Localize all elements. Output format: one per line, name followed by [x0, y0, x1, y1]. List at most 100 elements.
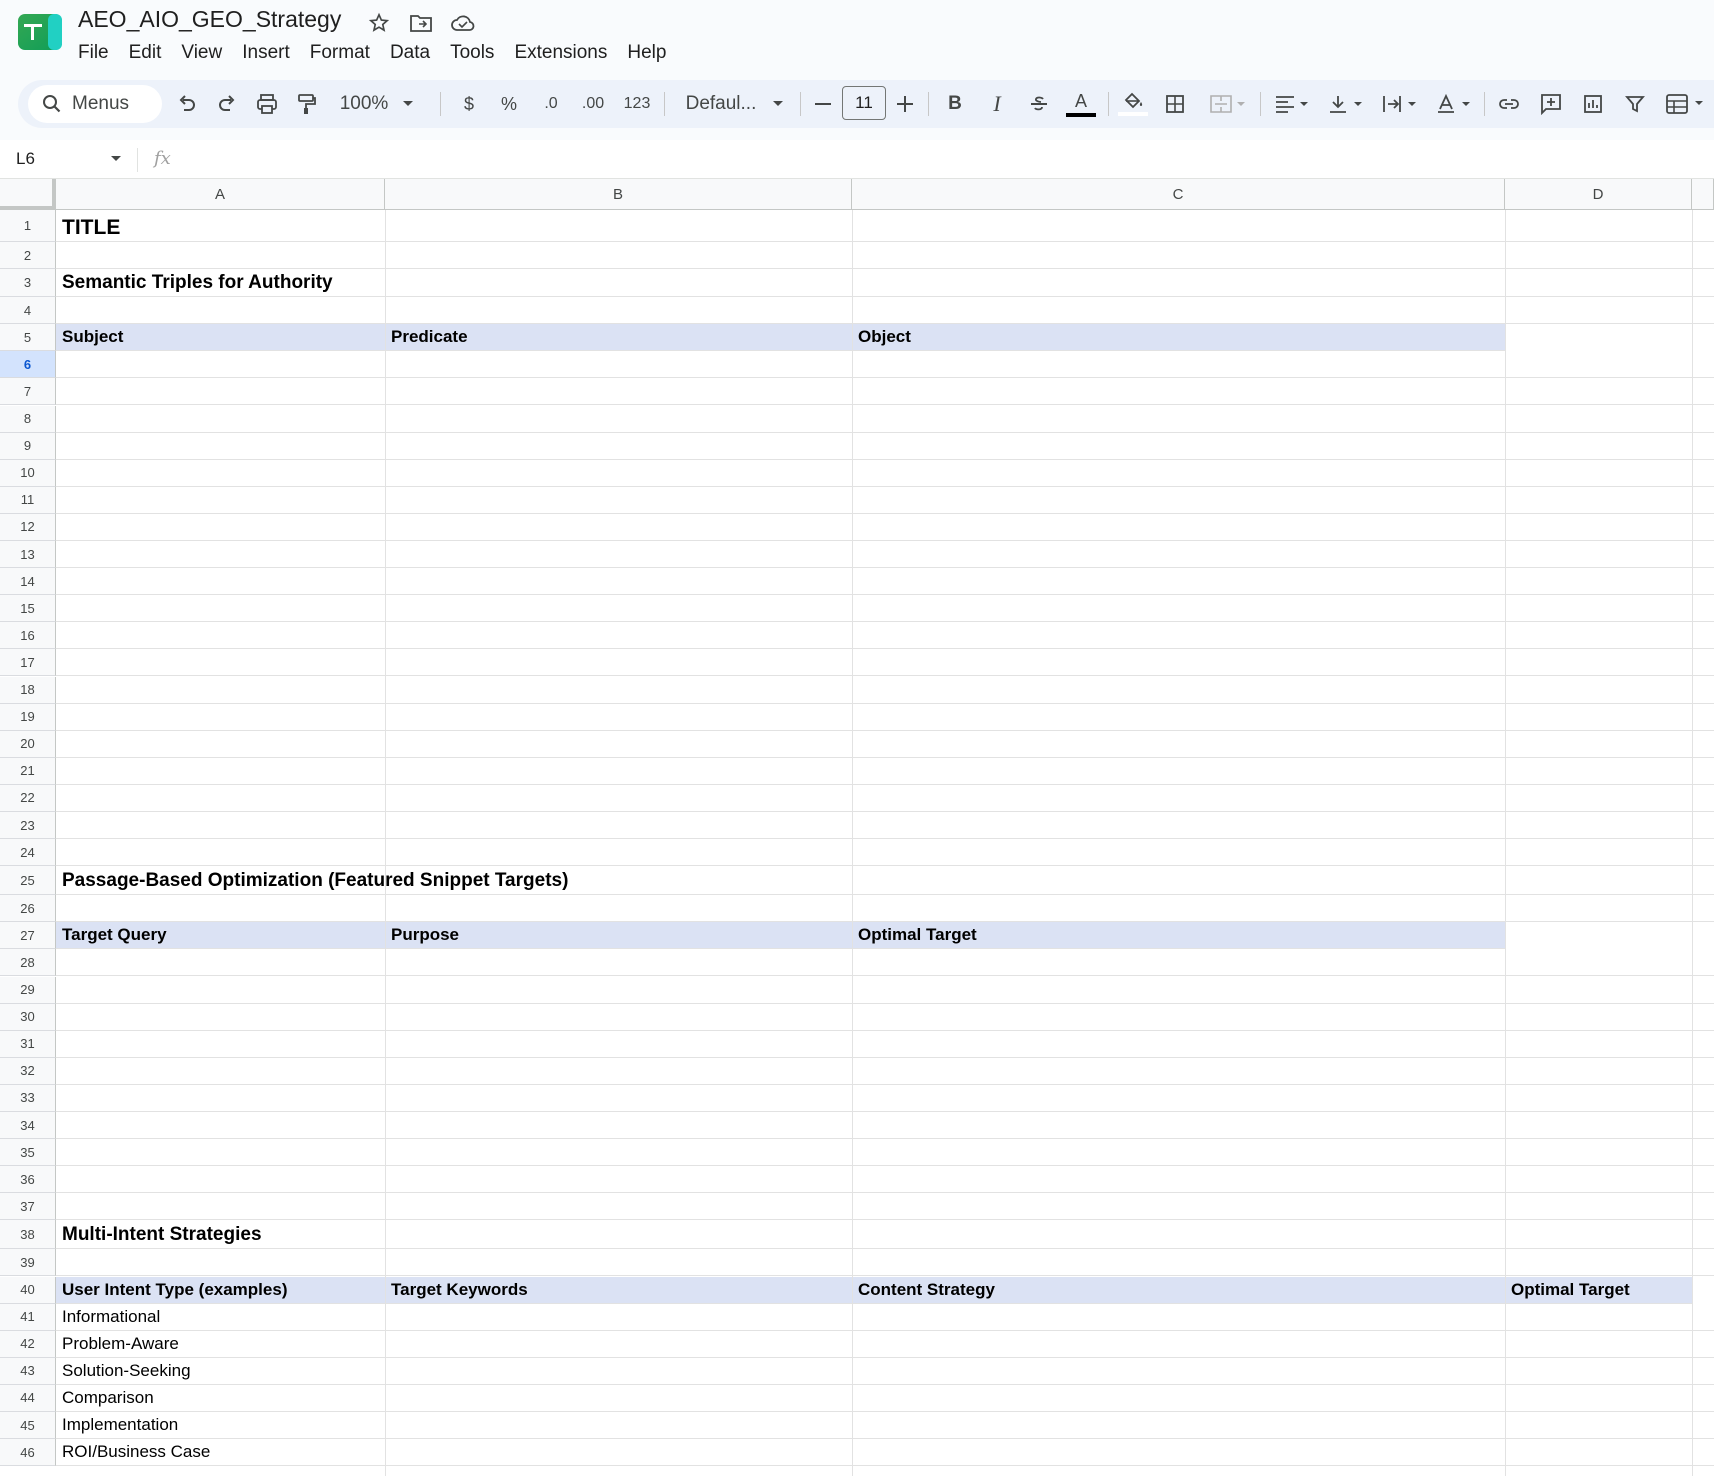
- row-header-38[interactable]: 38: [0, 1220, 56, 1250]
- row-header-42[interactable]: 42: [0, 1330, 56, 1358]
- column-header-c[interactable]: C: [852, 179, 1505, 210]
- bold-button[interactable]: B: [938, 80, 972, 128]
- cloud-status-icon[interactable]: [448, 8, 478, 38]
- number-format-button[interactable]: 123: [618, 80, 656, 128]
- borders-icon[interactable]: [1158, 80, 1192, 128]
- row-header-22[interactable]: 22: [0, 784, 56, 812]
- row-header-9[interactable]: 9: [0, 432, 56, 460]
- font-select[interactable]: Defaul...: [674, 80, 768, 128]
- cell-a25[interactable]: Passage-Based Optimization (Featured Sni…: [62, 868, 568, 893]
- merge-cells-icon[interactable]: [1204, 80, 1252, 128]
- row-header-29[interactable]: 29: [0, 976, 56, 1004]
- zoom-select[interactable]: 100%: [334, 80, 394, 128]
- menu-file[interactable]: File: [68, 38, 119, 68]
- row-header-2[interactable]: 2: [0, 242, 56, 270]
- insert-link-icon[interactable]: [1492, 80, 1526, 128]
- text-wrapping-icon[interactable]: [1378, 80, 1422, 128]
- row-header-1[interactable]: 1: [0, 210, 56, 242]
- row-header-24[interactable]: 24: [0, 839, 56, 867]
- fill-color-icon[interactable]: [1116, 80, 1150, 128]
- cell-a5[interactable]: Subject: [62, 324, 123, 349]
- menu-insert[interactable]: Insert: [232, 38, 300, 68]
- paint-format-icon[interactable]: [290, 80, 324, 128]
- row-header-30[interactable]: 30: [0, 1003, 56, 1031]
- row-header-27[interactable]: 27: [0, 922, 56, 950]
- menu-tools[interactable]: Tools: [440, 38, 504, 68]
- currency-format-button[interactable]: $: [454, 80, 484, 128]
- row-header-14[interactable]: 14: [0, 568, 56, 596]
- vertical-align-icon[interactable]: [1324, 80, 1368, 128]
- row-header-26[interactable]: 26: [0, 895, 56, 923]
- decrease-font-size-icon[interactable]: [808, 80, 838, 128]
- menu-help[interactable]: Help: [617, 38, 676, 68]
- name-box-dropdown-icon[interactable]: [110, 155, 122, 163]
- row-header-46[interactable]: 46: [0, 1439, 56, 1467]
- row-header-45[interactable]: 45: [0, 1412, 56, 1440]
- cell-c5[interactable]: Object: [858, 324, 911, 349]
- row-header-21[interactable]: 21: [0, 757, 56, 785]
- row-header-13[interactable]: 13: [0, 541, 56, 569]
- cell-a43[interactable]: Solution-Seeking: [62, 1358, 191, 1383]
- row-header-36[interactable]: 36: [0, 1166, 56, 1194]
- column-header-d[interactable]: D: [1505, 179, 1692, 210]
- row-header-28[interactable]: 28: [0, 949, 56, 977]
- decrease-decimal-button[interactable]: .0: [534, 80, 568, 128]
- cell-c40[interactable]: Content Strategy: [858, 1277, 995, 1302]
- row-header-37[interactable]: 37: [0, 1193, 56, 1221]
- table-view-icon[interactable]: [1660, 80, 1712, 128]
- row-header-15[interactable]: 15: [0, 595, 56, 623]
- cell-b5[interactable]: Predicate: [391, 324, 468, 349]
- row-header-3[interactable]: 3: [0, 269, 56, 298]
- print-icon[interactable]: [250, 80, 284, 128]
- menu-view[interactable]: View: [171, 38, 232, 68]
- horizontal-align-icon[interactable]: [1270, 80, 1314, 128]
- sheets-logo-icon[interactable]: [18, 14, 62, 50]
- text-rotation-icon[interactable]: [1432, 80, 1476, 128]
- row-header-33[interactable]: 33: [0, 1084, 56, 1112]
- zoom-dropdown-icon[interactable]: [398, 80, 418, 128]
- cell-a42[interactable]: Problem-Aware: [62, 1331, 179, 1356]
- menu-format[interactable]: Format: [300, 38, 380, 68]
- document-title[interactable]: AEO_AIO_GEO_Strategy: [78, 6, 341, 33]
- row-header-4[interactable]: 4: [0, 297, 56, 325]
- increase-font-size-icon[interactable]: [890, 80, 920, 128]
- text-color-button[interactable]: A: [1064, 80, 1098, 128]
- cell-a38[interactable]: Multi-Intent Strategies: [62, 1222, 262, 1247]
- row-header-43[interactable]: 43: [0, 1357, 56, 1385]
- font-size-input[interactable]: 11: [842, 86, 886, 120]
- cell-c27[interactable]: Optimal Target: [858, 922, 977, 947]
- spreadsheet-grid[interactable]: A B C D 1 TITLE 2 3 Semantic Triples for Authori…: [0, 179, 1714, 1476]
- row-header-12[interactable]: 12: [0, 513, 56, 541]
- menu-edit[interactable]: Edit: [119, 38, 172, 68]
- row-header-31[interactable]: 31: [0, 1030, 56, 1058]
- row-header-35[interactable]: 35: [0, 1139, 56, 1167]
- italic-button[interactable]: I: [980, 80, 1014, 128]
- row-header-8[interactable]: 8: [0, 405, 56, 433]
- strikethrough-icon[interactable]: [1022, 80, 1056, 128]
- row-header-39[interactable]: 39: [0, 1249, 56, 1277]
- cell-a1[interactable]: TITLE: [62, 215, 120, 240]
- cell-a45[interactable]: Implementation: [62, 1412, 178, 1437]
- column-header-a[interactable]: A: [56, 179, 385, 210]
- increase-decimal-button[interactable]: .00: [576, 80, 610, 128]
- cell-a46[interactable]: ROI/Business Case: [62, 1439, 210, 1464]
- row-header-17[interactable]: 17: [0, 649, 56, 677]
- cell-a44[interactable]: Comparison: [62, 1385, 154, 1410]
- row-header-40[interactable]: 40: [0, 1276, 56, 1304]
- row-header-5[interactable]: 5: [0, 324, 56, 352]
- row-header-10[interactable]: 10: [0, 459, 56, 487]
- row-header-19[interactable]: 19: [0, 703, 56, 731]
- font-dropdown-icon[interactable]: [768, 80, 788, 128]
- row-header-32[interactable]: 32: [0, 1057, 56, 1085]
- row-header-16[interactable]: 16: [0, 622, 56, 650]
- column-header-b[interactable]: B: [385, 179, 852, 210]
- cell-b40[interactable]: Target Keywords: [391, 1277, 528, 1302]
- column-header-overflow[interactable]: [1692, 179, 1714, 210]
- row-header-18[interactable]: 18: [0, 676, 56, 704]
- undo-icon[interactable]: [170, 80, 204, 128]
- row-header-20[interactable]: 20: [0, 730, 56, 758]
- row-header-44[interactable]: 44: [0, 1384, 56, 1412]
- row-header-6[interactable]: 6: [0, 351, 56, 379]
- select-all-corner[interactable]: [0, 179, 56, 210]
- row-header-41[interactable]: 41: [0, 1303, 56, 1331]
